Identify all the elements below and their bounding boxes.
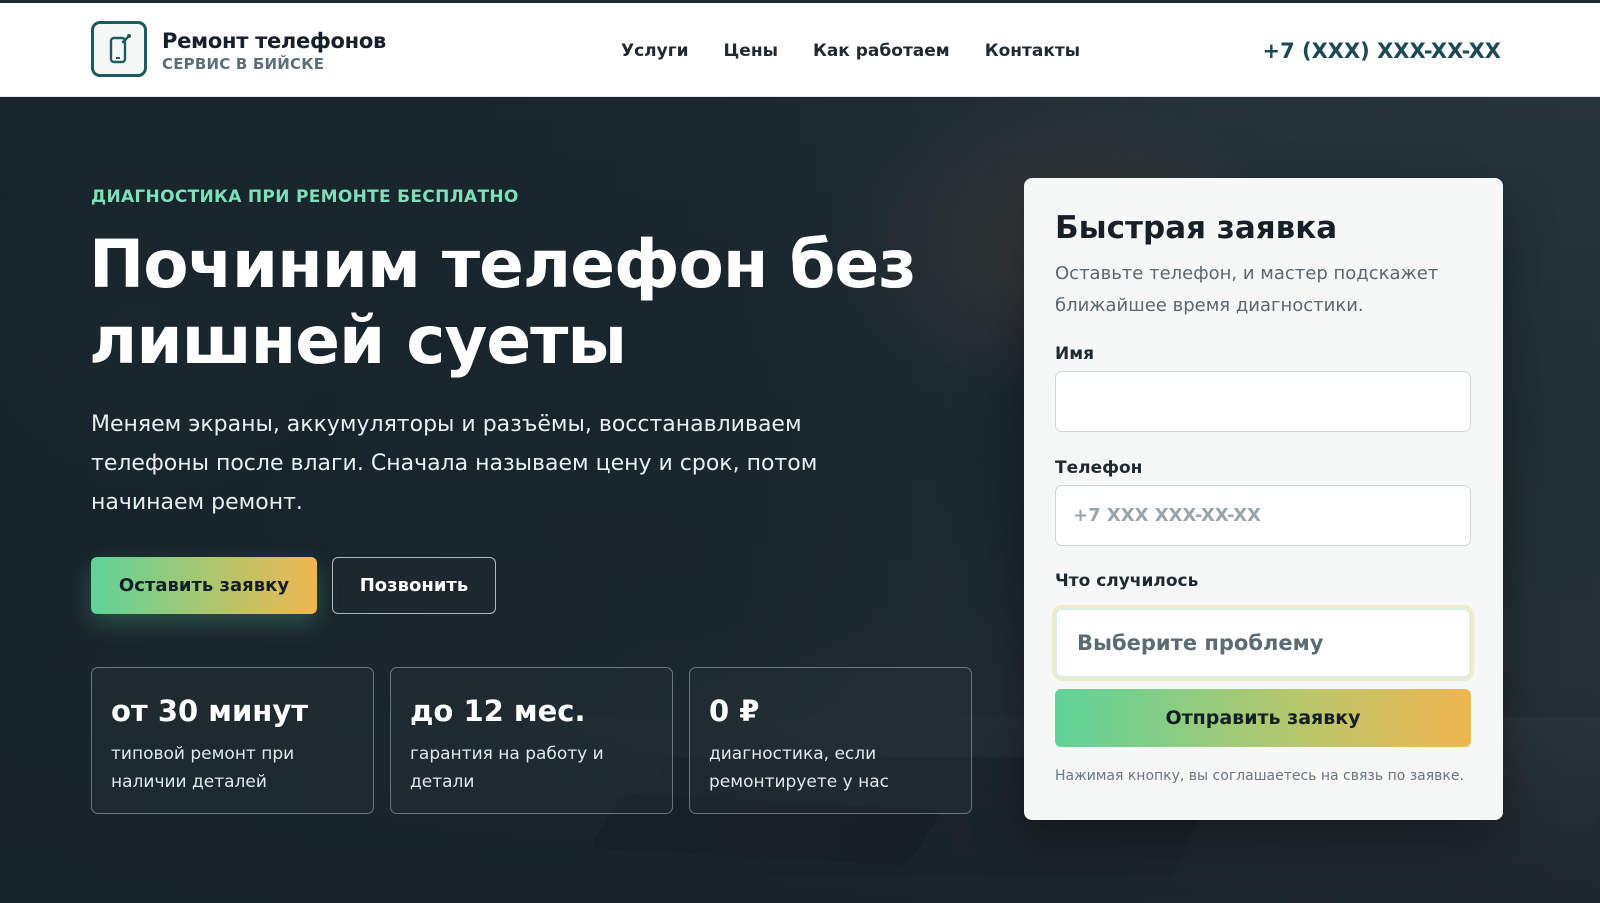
stat-card-warranty: до 12 мес. гарантия на работу и детали (390, 667, 673, 814)
submit-request-button[interactable]: Отправить заявку (1055, 689, 1471, 747)
hero-title: Починим телефон без лишней суеты (89, 227, 949, 379)
brand-subtitle: СЕРВИС В БИЙСКЕ (162, 55, 325, 73)
main-nav: Услуги Цены Как работаем Контакты (621, 41, 1115, 61)
hero-title-line2: лишней суеты (89, 302, 627, 379)
hero-description: Меняем экраны, аккумуляторы и разъёмы, в… (91, 412, 818, 515)
site-header: Ремонт телефонов СЕРВИС В БИЙСКЕ Услуги … (0, 3, 1600, 97)
header-phone-link[interactable]: +7 (XXX) XXX-XX-XX (1262, 39, 1501, 63)
problem-select-value: Выберите проблему (1077, 631, 1324, 655)
phone-wrench-icon (109, 34, 131, 64)
logo[interactable] (91, 21, 147, 77)
name-input[interactable] (1055, 371, 1471, 432)
hero-section: ДИАГНОСТИКА ПРИ РЕМОНТЕ БЕСПЛАТНО Почини… (0, 97, 1600, 903)
phone-label: Телефон (1055, 458, 1143, 478)
nav-link-prices[interactable]: Цены (724, 41, 778, 61)
problem-select[interactable]: Выберите проблему (1055, 608, 1471, 678)
stat-card-diagnostics: 0 ₽ диагностика, если ремонтируете у нас (689, 667, 972, 814)
nav-link-contacts[interactable]: Контакты (985, 41, 1080, 61)
problem-label: Что случилось (1055, 571, 1199, 591)
name-label: Имя (1055, 344, 1095, 364)
hero-eyebrow: ДИАГНОСТИКА ПРИ РЕМОНТЕ БЕСПЛАТНО (91, 187, 519, 207)
stat-value: до 12 мес. (410, 694, 586, 728)
stat-description: гарантия на работу и детали (410, 744, 604, 792)
consent-note: Нажимая кнопку, вы соглашаетесь на связь… (1055, 768, 1464, 784)
brand-title: Ремонт телефонов (162, 29, 386, 53)
phone-input[interactable] (1055, 485, 1471, 546)
hero-title-line1: Починим телефон без (89, 226, 917, 303)
nav-link-services[interactable]: Услуги (621, 41, 689, 61)
call-button[interactable]: Позвонить (332, 557, 496, 614)
quick-request-form: Быстрая заявка Оставьте телефон, и масте… (1024, 178, 1503, 820)
stat-description: типовой ремонт при наличии деталей (111, 744, 295, 792)
stat-value: от 30 минут (111, 694, 309, 728)
stat-description: диагностика, если ремонтируете у нас (709, 744, 889, 792)
stat-card-repair-time: от 30 минут типовой ремонт при наличии д… (91, 667, 374, 814)
leave-request-button[interactable]: Оставить заявку (91, 557, 317, 614)
nav-link-how-we-work[interactable]: Как работаем (813, 41, 950, 61)
form-subtitle: Оставьте телефон, и мастер подскажет бли… (1055, 263, 1439, 316)
stat-value: 0 ₽ (709, 694, 760, 728)
form-title: Быстрая заявка (1055, 210, 1338, 246)
